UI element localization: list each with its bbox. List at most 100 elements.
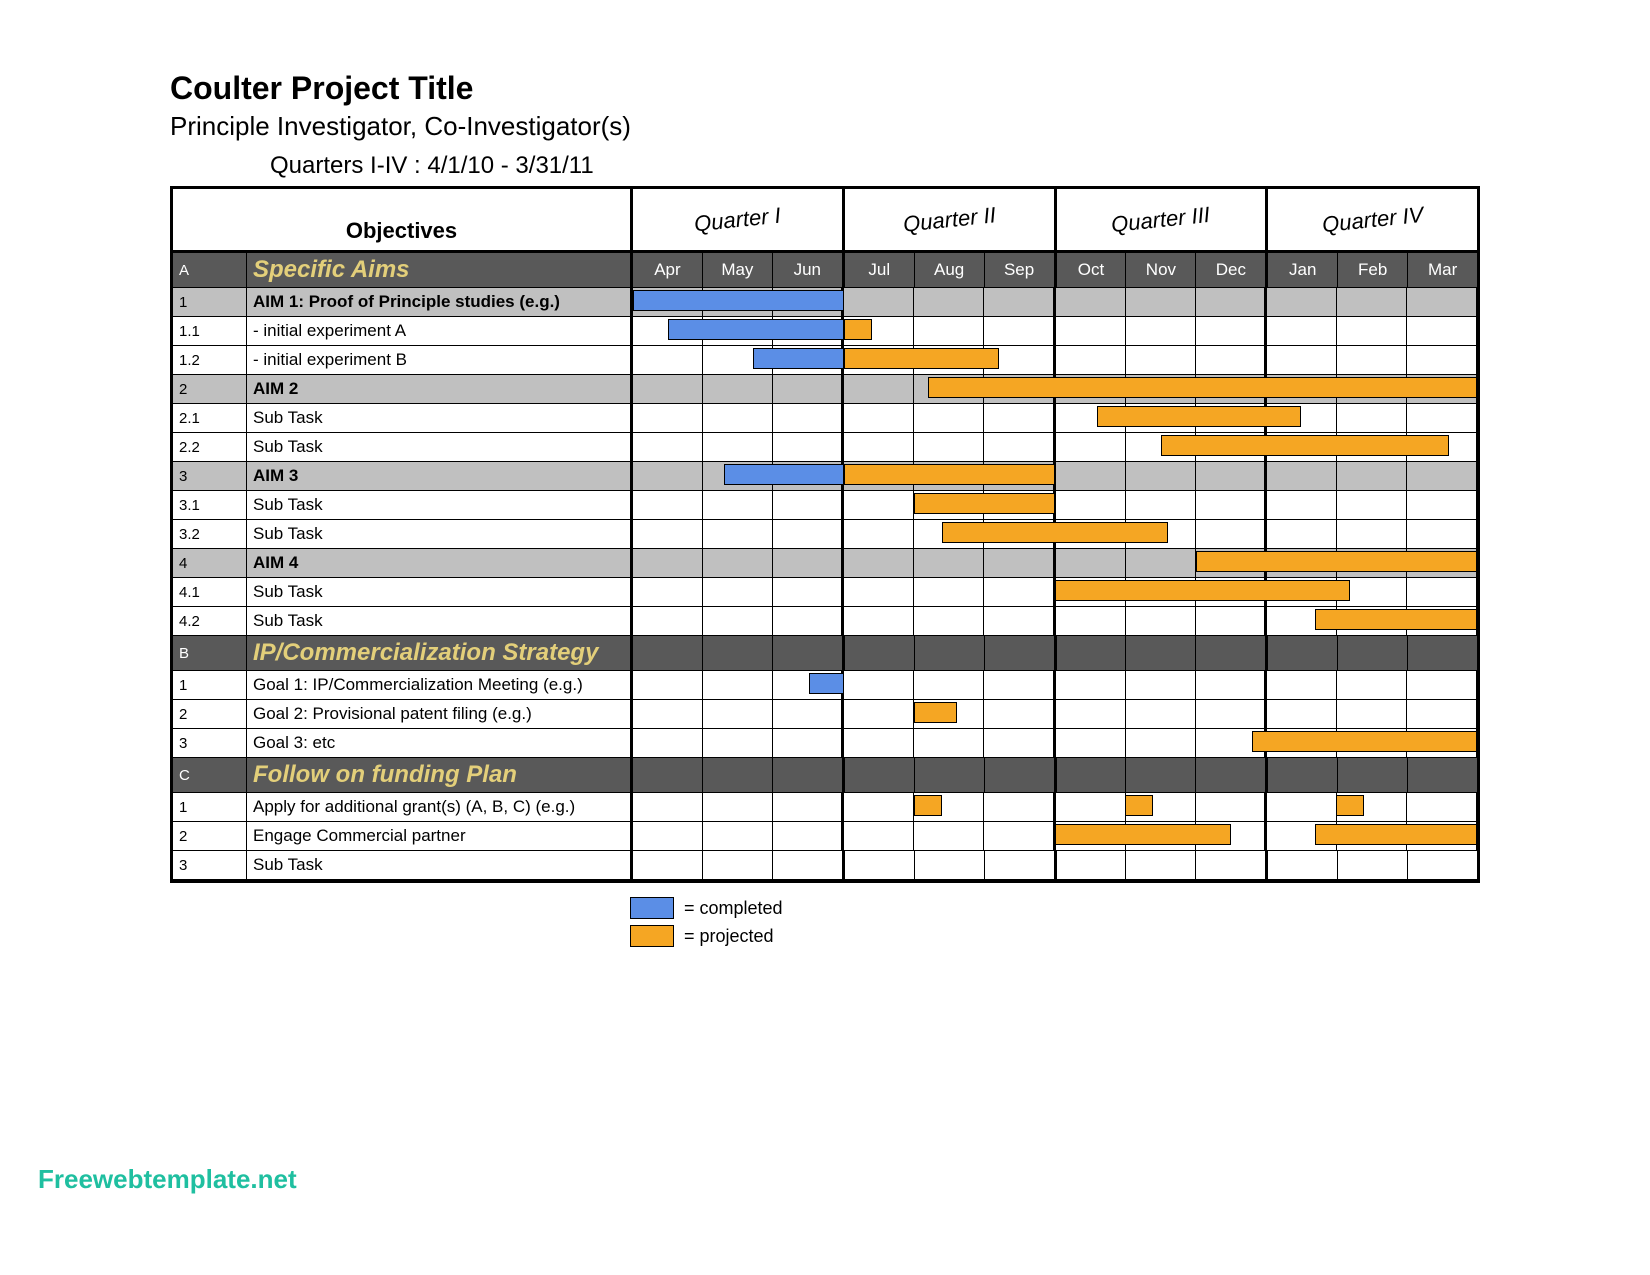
task-row: 2Goal 2: Provisional patent filing (e.g.… — [173, 700, 1477, 729]
row-label: AIM 1: Proof of Principle studies (e.g.) — [247, 288, 633, 316]
aim-row: 1AIM 1: Proof of Principle studies (e.g.… — [173, 288, 1477, 317]
gantt-chart: Objectives Quarter I Quarter II Quarter … — [170, 186, 1480, 883]
row-id: 2 — [173, 822, 247, 850]
row-label: Sub Task — [247, 520, 633, 548]
row-label: Sub Task — [247, 578, 633, 606]
month-header: Jan — [1268, 253, 1338, 287]
gantt-bar-projected — [1196, 551, 1477, 572]
row-id: 3.1 — [173, 491, 247, 519]
watermark: Freewebtemplate.net — [38, 1164, 297, 1195]
aim-row: 2AIM 2 — [173, 375, 1477, 404]
gantt-bar-projected — [1055, 580, 1350, 601]
gantt-bar-completed — [753, 348, 844, 369]
section-id: C — [173, 758, 247, 792]
task-row: 1.2 - initial experiment B — [173, 346, 1477, 375]
section-header: ASpecific AimsAprMayJunJulAugSepOctNovDe… — [173, 253, 1477, 288]
gantt-bar-completed — [809, 673, 844, 694]
row-id: 2.2 — [173, 433, 247, 461]
section-title: Specific Aims — [247, 253, 633, 287]
quarter-2-header: Quarter II — [845, 189, 1057, 250]
task-row: 3Goal 3: etc — [173, 729, 1477, 758]
task-row: 1Apply for additional grant(s) (A, B, C)… — [173, 793, 1477, 822]
row-label: Goal 2: Provisional patent filing (e.g.) — [247, 700, 633, 728]
section-header: CFollow on funding Plan — [173, 758, 1477, 793]
month-header: May — [703, 253, 773, 287]
gantt-bar-projected — [1125, 795, 1153, 816]
gantt-bar-projected — [1315, 609, 1477, 630]
task-row: 2.1Sub Task — [173, 404, 1477, 433]
row-label: - initial experiment A — [247, 317, 633, 345]
legend-projected-swatch — [630, 925, 674, 947]
row-label: Apply for additional grant(s) (A, B, C) … — [247, 793, 633, 821]
gantt-bar-projected — [844, 464, 1055, 485]
row-label: Sub Task — [247, 404, 633, 432]
row-id: 4 — [173, 549, 247, 577]
task-row: 2Engage Commercial partner — [173, 822, 1477, 851]
gantt-bar-projected — [1252, 731, 1477, 752]
row-id: 1.2 — [173, 346, 247, 374]
quarter-3-header: Quarter III — [1057, 189, 1269, 250]
gantt-header-quarters: Objectives Quarter I Quarter II Quarter … — [173, 189, 1477, 253]
row-label: AIM 2 — [247, 375, 633, 403]
task-row: 3Sub Task — [173, 851, 1477, 880]
gantt-bar-projected — [1161, 435, 1449, 456]
gantt-bar-projected — [1336, 795, 1364, 816]
row-id: 2 — [173, 700, 247, 728]
row-label: Sub Task — [247, 491, 633, 519]
legend-projected-label: = projected — [684, 926, 774, 947]
row-label: Engage Commercial partner — [247, 822, 633, 850]
task-row: 4.2Sub Task — [173, 607, 1477, 636]
task-row: 3.1Sub Task — [173, 491, 1477, 520]
legend-completed-label: = completed — [684, 898, 783, 919]
month-header: Jul — [845, 253, 915, 287]
month-header: Nov — [1126, 253, 1196, 287]
section-header: BIP/Commercialization Strategy — [173, 636, 1477, 671]
task-row: 2.2Sub Task — [173, 433, 1477, 462]
quarters-range: Quarters I-IV : 4/1/10 - 3/31/11 — [270, 152, 1480, 180]
task-row: 1Goal 1: IP/Commercialization Meeting (e… — [173, 671, 1477, 700]
row-label: Sub Task — [247, 851, 633, 879]
legend-completed-swatch — [630, 897, 674, 919]
task-row: 4.1Sub Task — [173, 578, 1477, 607]
month-header: Feb — [1338, 253, 1408, 287]
row-label: Goal 1: IP/Commercialization Meeting (e.… — [247, 671, 633, 699]
row-id: 3.2 — [173, 520, 247, 548]
row-label: AIM 3 — [247, 462, 633, 490]
row-id: 2 — [173, 375, 247, 403]
row-id: 4.2 — [173, 607, 247, 635]
row-id: 4.1 — [173, 578, 247, 606]
section-id: A — [173, 253, 247, 287]
row-id: 3 — [173, 462, 247, 490]
month-header: Oct — [1057, 253, 1127, 287]
month-header: Mar — [1408, 253, 1477, 287]
month-header: Aug — [915, 253, 985, 287]
month-header: Apr — [633, 253, 703, 287]
gantt-bar-completed — [633, 290, 844, 311]
row-label: Sub Task — [247, 433, 633, 461]
quarter-4-header: Quarter IV — [1268, 189, 1477, 250]
row-label: - initial experiment B — [247, 346, 633, 374]
page-subtitle: Principle Investigator, Co-Investigator(… — [170, 111, 1480, 142]
gantt-bar-projected — [1315, 824, 1477, 845]
month-header: Dec — [1196, 253, 1268, 287]
task-row: 1.1 - initial experiment A — [173, 317, 1477, 346]
aim-row: 3AIM 3 — [173, 462, 1477, 491]
row-id: 1 — [173, 793, 247, 821]
row-id: 1 — [173, 288, 247, 316]
gantt-bar-projected — [1055, 824, 1231, 845]
row-id: 1 — [173, 671, 247, 699]
gantt-bar-completed — [724, 464, 844, 485]
gantt-bar-projected — [942, 522, 1167, 543]
row-label: Goal 3: etc — [247, 729, 633, 757]
page-title: Coulter Project Title — [170, 70, 1480, 107]
gantt-bar-completed — [668, 319, 844, 340]
row-id: 1.1 — [173, 317, 247, 345]
aim-row: 4AIM 4 — [173, 549, 1477, 578]
gantt-bar-projected — [844, 319, 872, 340]
row-label: AIM 4 — [247, 549, 633, 577]
section-title: IP/Commercialization Strategy — [247, 636, 633, 670]
gantt-bar-projected — [844, 348, 999, 369]
month-header: Jun — [773, 253, 845, 287]
gantt-bar-projected — [928, 377, 1477, 398]
legend: = completed = projected — [630, 897, 1480, 947]
